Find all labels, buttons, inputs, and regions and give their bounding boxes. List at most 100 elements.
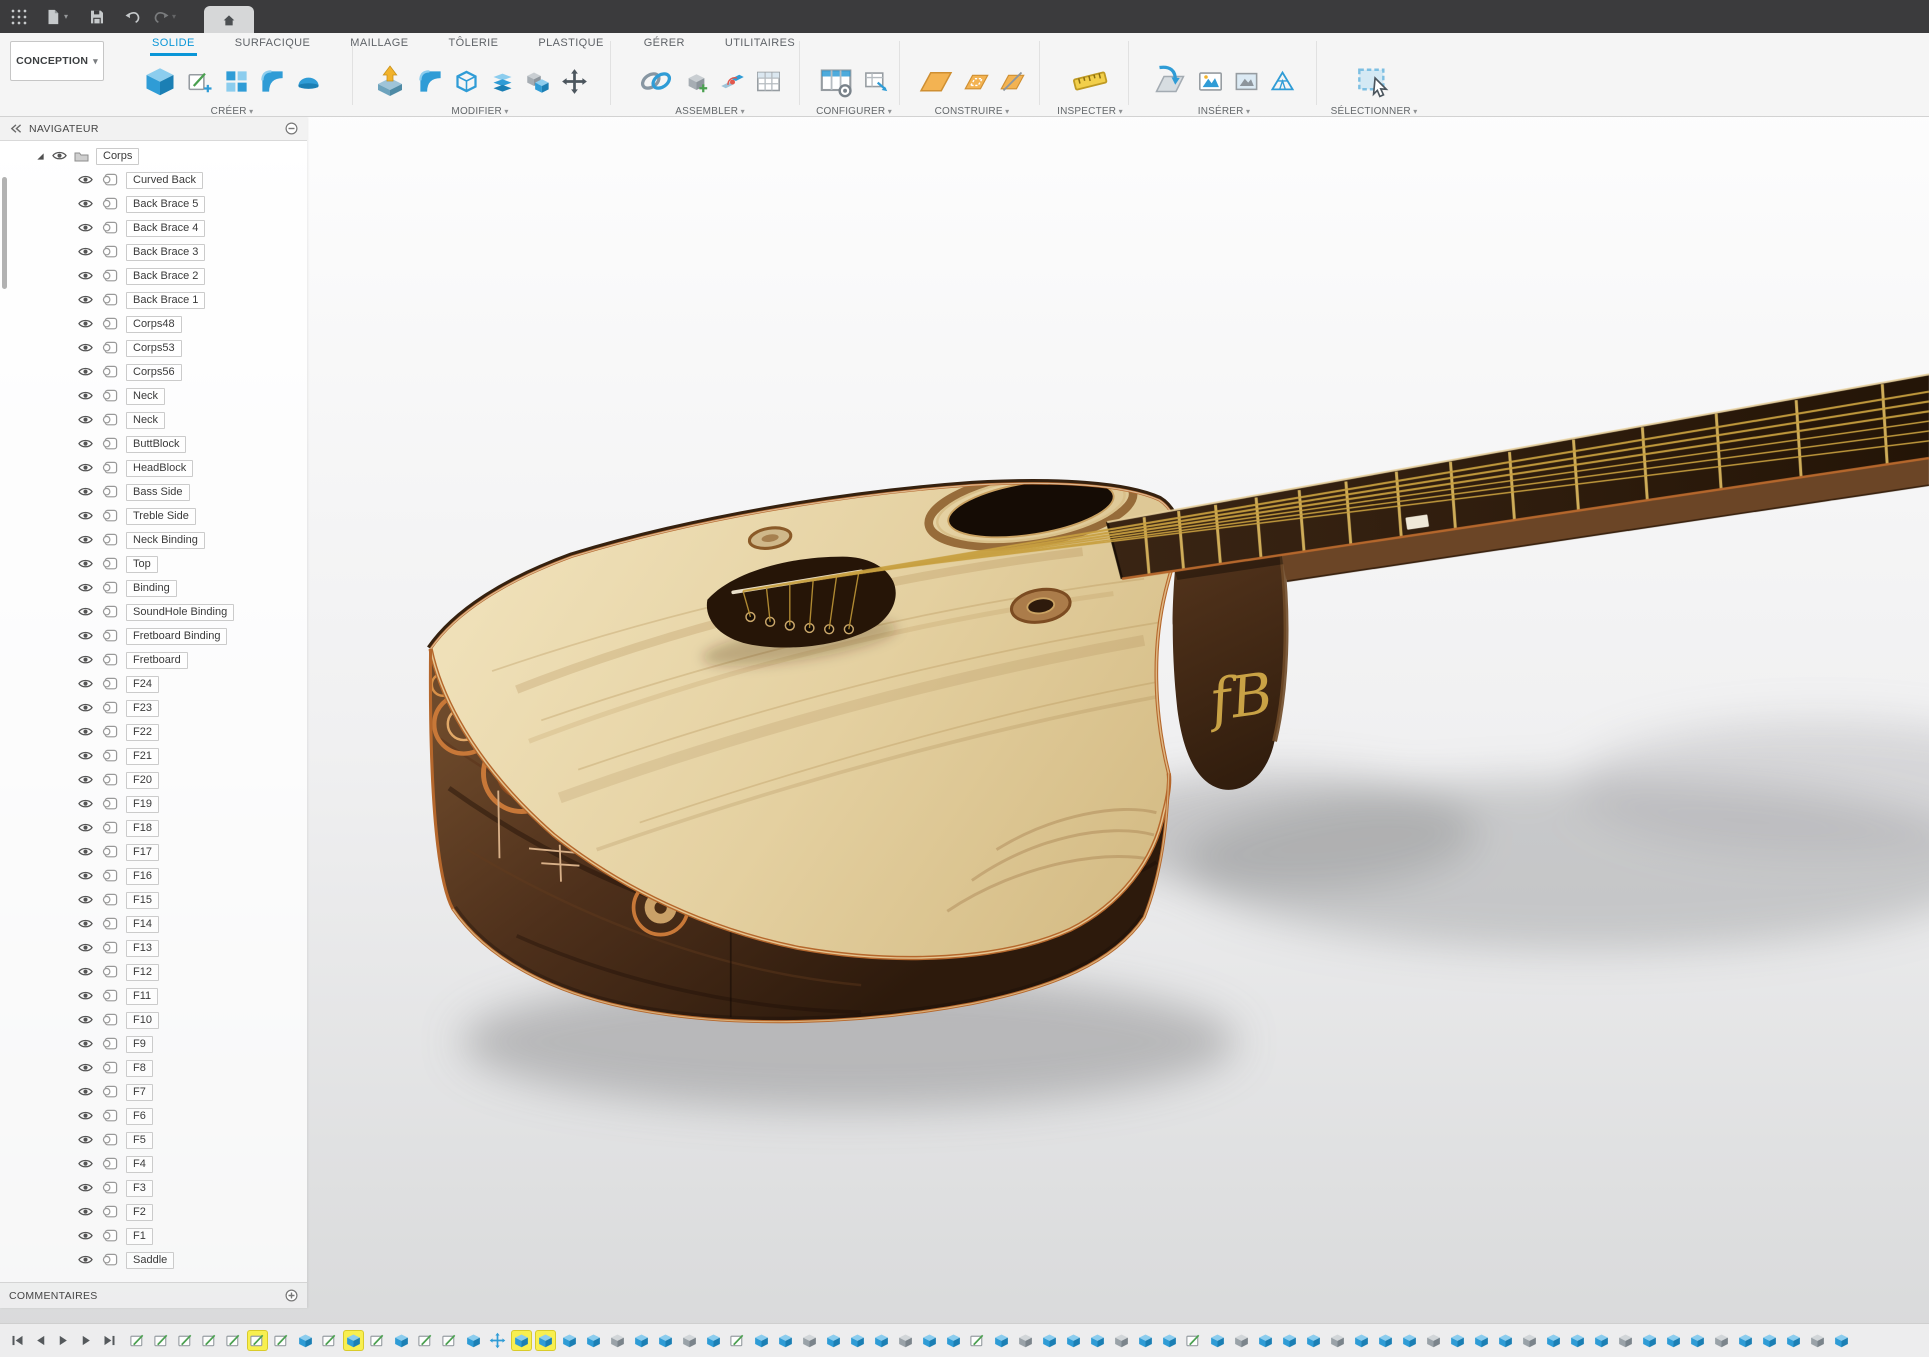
group-label-s-lectionner[interactable]: SÉLECTIONNER xyxy=(1331,106,1418,117)
visibility-eye-icon[interactable] xyxy=(78,846,93,857)
tree-item[interactable]: Binding xyxy=(0,576,307,600)
visibility-eye-icon[interactable] xyxy=(78,942,93,953)
timeline-sketch-feature[interactable] xyxy=(248,1331,267,1350)
visibility-eye-icon[interactable] xyxy=(78,702,93,713)
timeline-solid-feature[interactable] xyxy=(1640,1331,1659,1350)
canvas-tool-icon[interactable] xyxy=(1233,68,1260,95)
timeline-operation-feature[interactable] xyxy=(1520,1331,1539,1350)
tree-item-label[interactable]: F15 xyxy=(126,892,159,909)
group-label-configurer[interactable]: CONFIGURER xyxy=(816,106,892,117)
tree-item-label[interactable]: Treble Side xyxy=(126,508,196,525)
timeline-operation-feature[interactable] xyxy=(896,1331,915,1350)
shell-tool-icon[interactable] xyxy=(453,68,480,95)
timeline-operation-feature[interactable] xyxy=(680,1331,699,1350)
tree-item-label[interactable]: F5 xyxy=(126,1132,153,1149)
timeline-operation-feature[interactable] xyxy=(608,1331,627,1350)
timeline-skip-start-button[interactable] xyxy=(10,1333,25,1348)
visibility-eye-icon[interactable] xyxy=(78,534,93,545)
tree-item[interactable]: ButtBlock xyxy=(0,432,307,456)
tree-item[interactable]: Fretboard xyxy=(0,648,307,672)
timeline-solid-feature[interactable] xyxy=(1040,1331,1059,1350)
tree-item[interactable]: Back Brace 2 xyxy=(0,264,307,288)
timeline-solid-feature[interactable] xyxy=(1280,1331,1299,1350)
timeline-solid-feature[interactable] xyxy=(1352,1331,1371,1350)
tab-solide[interactable]: SOLIDE xyxy=(150,33,197,56)
timeline-sketch-feature[interactable] xyxy=(320,1331,339,1350)
tree-item[interactable]: F5 xyxy=(0,1128,307,1152)
visibility-eye-icon[interactable] xyxy=(78,654,93,665)
tree-item-label[interactable]: Back Brace 4 xyxy=(126,220,205,237)
tree-item-label[interactable]: Back Brace 1 xyxy=(126,292,205,309)
timeline-sketch-feature[interactable] xyxy=(176,1331,195,1350)
group-label-inspecter[interactable]: INSPECTER xyxy=(1057,106,1123,117)
tree-item[interactable]: Neck xyxy=(0,384,307,408)
tree-item[interactable]: F8 xyxy=(0,1056,307,1080)
tree-item-label[interactable]: F6 xyxy=(126,1108,153,1125)
tree-item-label[interactable]: Corps xyxy=(96,148,139,165)
tree-item[interactable]: F24 xyxy=(0,672,307,696)
redo-icon[interactable] xyxy=(152,4,176,30)
tree-item-label[interactable]: F7 xyxy=(126,1084,153,1101)
joint-tool-icon[interactable] xyxy=(719,68,746,95)
timeline-operation-feature[interactable] xyxy=(1232,1331,1251,1350)
visibility-eye-icon[interactable] xyxy=(78,582,93,593)
tree-item-label[interactable]: F3 xyxy=(126,1180,153,1197)
timeline-solid-feature[interactable] xyxy=(1472,1331,1491,1350)
tree-item-label[interactable]: F18 xyxy=(126,820,159,837)
visibility-eye-icon[interactable] xyxy=(78,918,93,929)
group-label-construire[interactable]: CONSTRUIRE xyxy=(935,106,1010,117)
timeline-solid-feature[interactable] xyxy=(848,1331,867,1350)
timeline-solid-feature[interactable] xyxy=(1784,1331,1803,1350)
tree-item-label[interactable]: Bass Side xyxy=(126,484,190,501)
tree-item-label[interactable]: ButtBlock xyxy=(126,436,186,453)
visibility-eye-icon[interactable] xyxy=(78,606,93,617)
visibility-eye-icon[interactable] xyxy=(78,390,93,401)
file-menu-icon[interactable] xyxy=(44,4,68,30)
timeline-solid-feature[interactable] xyxy=(632,1331,651,1350)
comments-expand-icon[interactable] xyxy=(285,1289,298,1302)
visibility-eye-icon[interactable] xyxy=(78,486,93,497)
visibility-eye-icon[interactable] xyxy=(78,342,93,353)
tree-item[interactable]: Corps48 xyxy=(0,312,307,336)
tree-item-label[interactable]: F13 xyxy=(126,940,159,957)
timeline-solid-feature[interactable] xyxy=(776,1331,795,1350)
tree-item-label[interactable]: Neck xyxy=(126,388,165,405)
tree-item[interactable]: HeadBlock xyxy=(0,456,307,480)
visibility-eye-icon[interactable] xyxy=(78,1158,93,1169)
tree-item-label[interactable]: F11 xyxy=(126,988,158,1005)
visibility-eye-icon[interactable] xyxy=(78,246,93,257)
tree-item[interactable]: F1 xyxy=(0,1224,307,1248)
group-label-modifier[interactable]: MODIFIER xyxy=(451,106,508,117)
timeline-solid-feature[interactable] xyxy=(1688,1331,1707,1350)
tree-item-label[interactable]: F1 xyxy=(126,1228,153,1245)
tree-item[interactable]: Corps53 xyxy=(0,336,307,360)
timeline-sketch-feature[interactable] xyxy=(416,1331,435,1350)
tree-item[interactable]: Neck xyxy=(0,408,307,432)
timeline-solid-feature[interactable] xyxy=(1136,1331,1155,1350)
tree-item[interactable]: F21 xyxy=(0,744,307,768)
fillet-tool-icon[interactable] xyxy=(417,68,444,95)
tree-item-label[interactable]: F17 xyxy=(126,844,159,861)
timeline-sketch-feature[interactable] xyxy=(224,1331,243,1350)
visibility-eye-icon[interactable] xyxy=(78,894,93,905)
visibility-eye-icon[interactable] xyxy=(78,198,93,209)
timeline-operation-feature[interactable] xyxy=(1712,1331,1731,1350)
undo-icon[interactable] xyxy=(124,4,142,30)
visibility-eye-icon[interactable] xyxy=(78,1038,93,1049)
panel-collapse-icon[interactable] xyxy=(285,122,298,135)
save-icon[interactable] xyxy=(88,4,106,30)
timeline-sketch-feature[interactable] xyxy=(272,1331,291,1350)
timeline-operation-feature[interactable] xyxy=(800,1331,819,1350)
workspace-selector-button[interactable]: CONCEPTION xyxy=(10,41,104,81)
tree-item[interactable]: F18 xyxy=(0,816,307,840)
component-tool-icon[interactable] xyxy=(683,68,710,95)
visibility-eye-icon[interactable] xyxy=(78,1086,93,1097)
tree-item-label[interactable]: F2 xyxy=(126,1204,153,1221)
sketch-tool-icon[interactable] xyxy=(187,68,214,95)
timeline-solid-feature[interactable] xyxy=(344,1331,363,1350)
timeline-solid-feature[interactable] xyxy=(1664,1331,1683,1350)
timeline-solid-feature[interactable] xyxy=(1160,1331,1179,1350)
visibility-eye-icon[interactable] xyxy=(78,630,93,641)
visibility-eye-icon[interactable] xyxy=(78,366,93,377)
timeline-solid-feature[interactable] xyxy=(464,1331,483,1350)
